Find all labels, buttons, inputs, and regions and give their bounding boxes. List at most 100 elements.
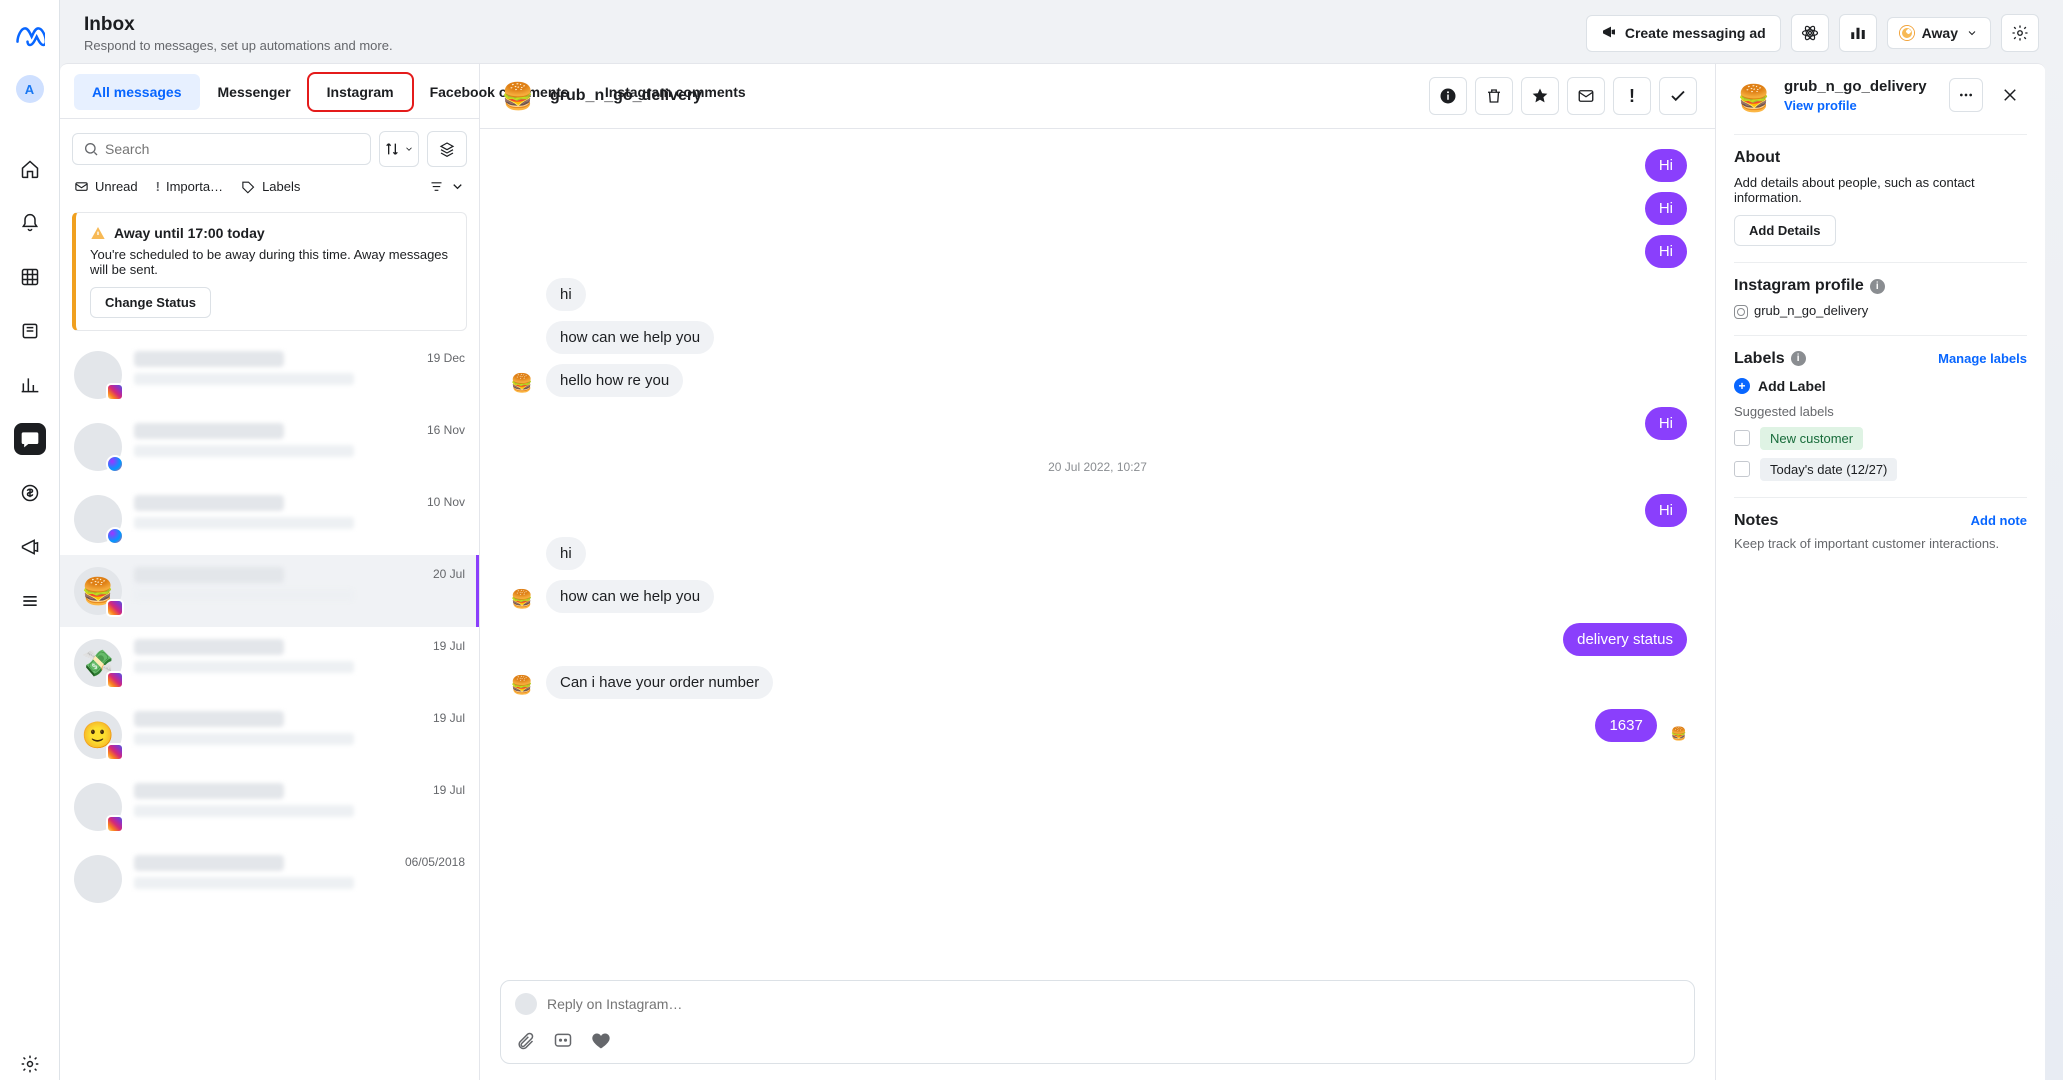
- outgoing-message-row: Hi: [508, 235, 1687, 268]
- ig-profile-heading: Instagram profilei: [1734, 277, 2027, 295]
- chat-star-icon[interactable]: [1521, 77, 1559, 115]
- warning-icon: [90, 225, 106, 241]
- incoming-bubble[interactable]: how can we help you: [546, 580, 714, 613]
- chevron-down-icon: [1966, 27, 1978, 39]
- search-input-wrapper[interactable]: [72, 133, 371, 165]
- change-status-button[interactable]: Change Status: [90, 287, 211, 318]
- main-area: Inbox Respond to messages, set up automa…: [60, 0, 2063, 1080]
- suggested-label-today[interactable]: Today's date (12/27): [1734, 458, 2027, 481]
- chat-messages: HiHiHihihow can we help you🍔hello how re…: [480, 129, 1715, 970]
- conversation-item[interactable]: 🙂19 Jul: [60, 699, 479, 771]
- atom-icon[interactable]: [1791, 14, 1829, 52]
- add-details-button[interactable]: Add Details: [1734, 215, 1836, 246]
- nav-grid-icon[interactable]: [14, 261, 46, 293]
- incoming-bubble[interactable]: how can we help you: [546, 321, 714, 354]
- conversation-item[interactable]: 16 Nov: [60, 411, 479, 483]
- user-avatar[interactable]: A: [16, 75, 44, 103]
- conversation-item[interactable]: 19 Dec: [60, 339, 479, 411]
- add-note-link[interactable]: Add note: [1971, 513, 2027, 528]
- message-composer: [500, 980, 1695, 1064]
- nav-inbox-icon[interactable]: [14, 423, 46, 455]
- instagram-badge-icon: [106, 743, 124, 761]
- create-messaging-ad-button[interactable]: Create messaging ad: [1586, 15, 1781, 52]
- outgoing-message-row: Hi: [508, 149, 1687, 182]
- about-heading: About: [1734, 149, 2027, 167]
- chat-delete-icon[interactable]: [1475, 77, 1513, 115]
- nav-bell-icon[interactable]: [14, 207, 46, 239]
- availability-dropdown[interactable]: Away: [1887, 17, 1991, 49]
- megaphone-icon: [1601, 24, 1617, 43]
- nav-page-icon[interactable]: [14, 315, 46, 347]
- notes-text: Keep track of important customer interac…: [1734, 536, 2027, 551]
- composer-input[interactable]: [547, 996, 1680, 1012]
- nav-more-icon[interactable]: [14, 585, 46, 617]
- aside-more-icon[interactable]: [1949, 78, 1983, 112]
- settings-gear-icon[interactable]: [2001, 14, 2039, 52]
- nav-ads-icon[interactable]: [14, 531, 46, 563]
- outgoing-bubble[interactable]: 1637: [1595, 709, 1656, 742]
- archive-button[interactable]: [427, 131, 467, 167]
- conversation-name-blurred: [134, 783, 284, 799]
- outgoing-bubble[interactable]: Hi: [1645, 494, 1687, 527]
- aside-close-icon[interactable]: [1993, 78, 2027, 112]
- incoming-bubble[interactable]: hello how re you: [546, 364, 683, 397]
- conversation-item[interactable]: 06/05/2018: [60, 843, 479, 915]
- incoming-bubble[interactable]: hi: [546, 278, 586, 311]
- sort-button[interactable]: [379, 131, 419, 167]
- conversation-avatar: 💸: [74, 639, 122, 687]
- chat-title: grub_n_go_delivery: [550, 87, 702, 105]
- chat-mail-icon[interactable]: [1567, 77, 1605, 115]
- search-input[interactable]: [105, 141, 360, 157]
- chat-avatar: 🍔: [498, 76, 538, 116]
- conversation-preview-blurred: [134, 877, 354, 889]
- outgoing-bubble[interactable]: Hi: [1645, 407, 1687, 440]
- tab-all-messages[interactable]: All messages: [74, 74, 200, 110]
- filter-labels[interactable]: Labels: [241, 179, 300, 194]
- incoming-bubble[interactable]: hi: [546, 537, 586, 570]
- conversation-avatar: [74, 351, 122, 399]
- conversation-item[interactable]: 10 Nov: [60, 483, 479, 555]
- conversation-item[interactable]: 🍔20 Jul: [60, 555, 479, 627]
- chat-timestamp: 20 Jul 2022, 10:27: [508, 460, 1687, 474]
- tab-instagram[interactable]: Instagram: [309, 74, 412, 110]
- saved-reply-icon[interactable]: [553, 1031, 573, 1051]
- checkbox[interactable]: [1734, 461, 1750, 477]
- checkbox[interactable]: [1734, 430, 1750, 446]
- ig-handle: grub_n_go_delivery: [1734, 303, 2027, 319]
- chat-flag-icon[interactable]: !: [1613, 77, 1651, 115]
- nav-settings-icon[interactable]: [14, 1048, 46, 1080]
- conversation-item[interactable]: 💸 19 Jul: [60, 627, 479, 699]
- nav-monetization-icon[interactable]: [14, 477, 46, 509]
- incoming-bubble[interactable]: Can i have your order number: [546, 666, 773, 699]
- conversation-list: 19 Dec16 Nov10 Nov🍔20 Jul💸19 Jul🙂19 Jul1…: [60, 339, 479, 1080]
- manage-labels-link[interactable]: Manage labels: [1938, 351, 2027, 366]
- outgoing-bubble[interactable]: Hi: [1645, 192, 1687, 225]
- view-profile-link[interactable]: View profile: [1784, 98, 1939, 113]
- instagram-badge-icon: [106, 815, 124, 833]
- incoming-message-row: 🍔how can we help you: [508, 580, 1687, 613]
- aside-name: grub_n_go_delivery: [1784, 78, 1939, 96]
- filter-settings[interactable]: [429, 179, 465, 194]
- outgoing-bubble[interactable]: delivery status: [1563, 623, 1687, 656]
- outgoing-bubble[interactable]: Hi: [1645, 235, 1687, 268]
- filter-unread[interactable]: Unread: [74, 179, 138, 194]
- nav-insights-icon[interactable]: [14, 369, 46, 401]
- nav-home-icon[interactable]: [14, 153, 46, 185]
- add-label-button[interactable]: +Add Label: [1734, 378, 2027, 394]
- attach-icon[interactable]: [515, 1031, 535, 1051]
- outgoing-bubble[interactable]: Hi: [1645, 149, 1687, 182]
- conversation-name-blurred: [134, 351, 284, 367]
- conversation-item[interactable]: 19 Jul: [60, 771, 479, 843]
- insights-icon[interactable]: [1839, 14, 1877, 52]
- chat-info-icon[interactable]: [1429, 77, 1467, 115]
- suggested-label-new-customer[interactable]: New customer: [1734, 427, 2027, 450]
- conversation-date: 19 Jul: [433, 639, 465, 653]
- chat-done-icon[interactable]: [1659, 77, 1697, 115]
- conversation-name-blurred: [134, 711, 284, 727]
- filter-important[interactable]: !Importa…: [156, 179, 223, 194]
- page-header: Inbox Respond to messages, set up automa…: [60, 0, 2063, 63]
- notes-heading: Notes: [1734, 512, 1778, 530]
- conversation-date: 19 Dec: [427, 351, 465, 365]
- tab-messenger[interactable]: Messenger: [200, 74, 309, 110]
- heart-icon[interactable]: [591, 1031, 611, 1051]
